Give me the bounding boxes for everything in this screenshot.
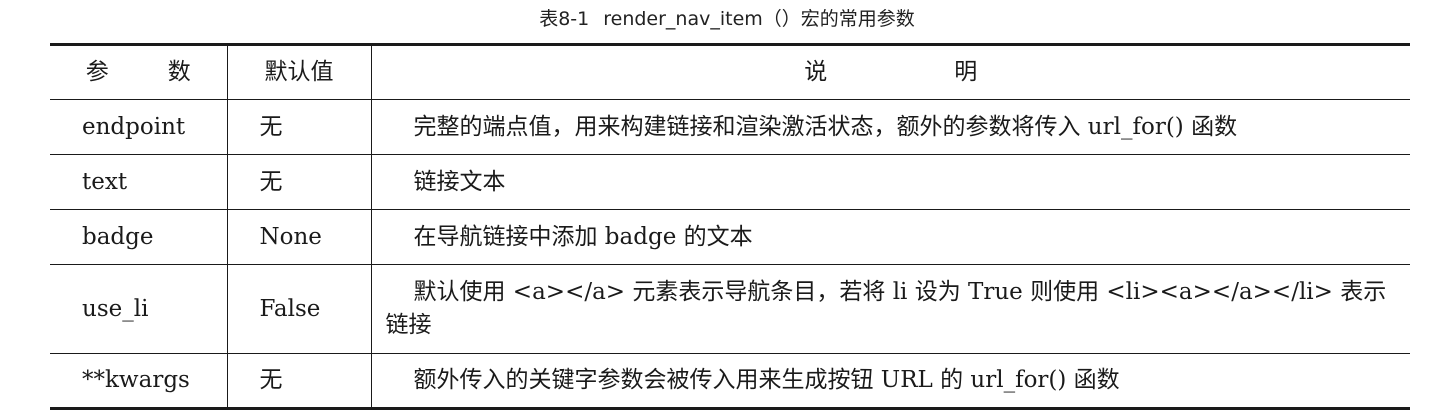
param-description: 在导航链接中添加 badge 的文本 (371, 209, 1410, 265)
param-default: None (227, 209, 372, 265)
header-row: 参 数 默认值 说 明 (50, 44, 1410, 100)
header-description: 说 明 (371, 44, 1410, 100)
param-name: text (50, 154, 228, 210)
param-name: **kwargs (50, 353, 228, 409)
table-row: text 无 链接文本 (50, 154, 1410, 210)
param-description: 完整的端点值，用来构建链接和渲染激活状态，额外的参数将传入 url_for() … (371, 99, 1410, 155)
param-default: 无 (227, 353, 372, 409)
table-row: endpoint 无 完整的端点值，用来构建链接和渲染激活状态，额外的参数将传入… (50, 99, 1410, 155)
param-default: False (227, 264, 372, 354)
table-row: use_li False 默认使用 <a></a> 元素表示导航条目，若将 li… (50, 264, 1410, 354)
param-default: 无 (227, 154, 372, 210)
param-description: 默认使用 <a></a> 元素表示导航条目，若将 li 设为 True 则使用 … (371, 264, 1410, 354)
param-name: badge (50, 209, 228, 265)
param-default: 无 (227, 99, 372, 155)
param-description: 额外传入的关键字参数会被传入用来生成按钮 URL 的 url_for() 函数 (413, 367, 1120, 393)
table-caption: 表8-1 render_nav_item（）宏的常用参数 (0, 6, 1454, 32)
param-name: endpoint (50, 99, 228, 155)
header-default: 默认值 (227, 44, 372, 100)
table-row: badge None 在导航链接中添加 badge 的文本 (50, 209, 1410, 265)
table-title: render_nav_item（）宏的常用参数 (603, 8, 915, 30)
header-param: 参 数 (50, 44, 228, 100)
param-name: use_li (50, 264, 228, 354)
param-description: 链接文本 (371, 154, 1410, 210)
table-row: **kwargs 无 额外传入的关键字参数会被传入用来生成按钮 URL 的 ur… (50, 353, 1410, 409)
parameters-table: 参 数 默认值 说 明 endpoint 无 完整的端点值，用来构建链接和渲染激… (50, 43, 1410, 410)
table-number: 表8-1 (539, 8, 590, 30)
